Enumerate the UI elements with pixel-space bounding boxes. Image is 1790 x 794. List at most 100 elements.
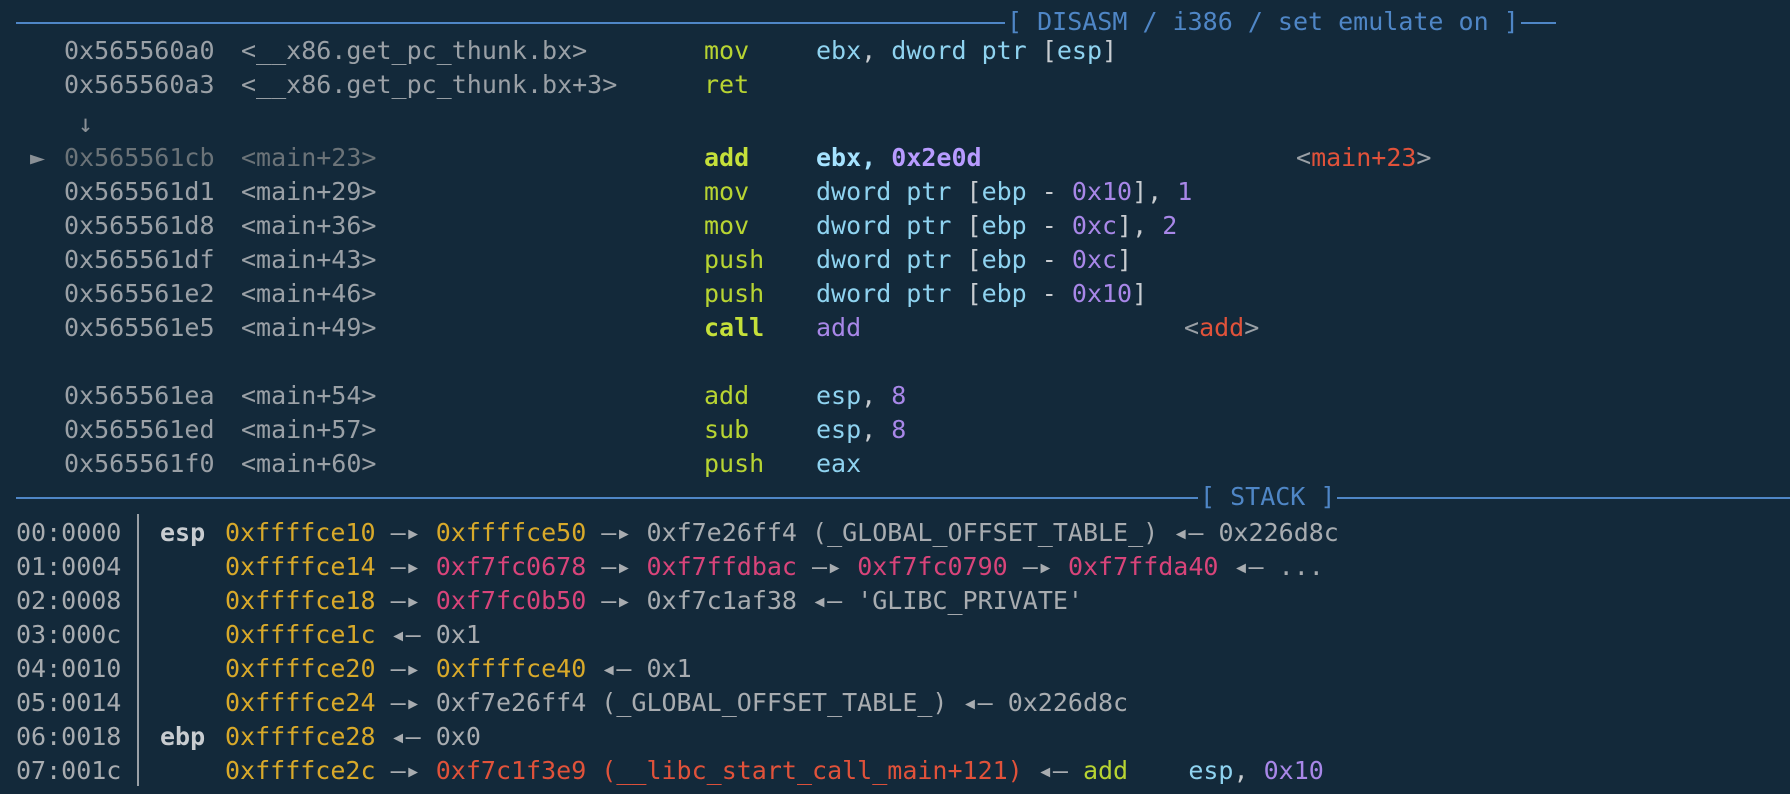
instruction-operands: add bbox=[816, 311, 861, 345]
stack-value: 0x1 bbox=[646, 654, 692, 683]
operand-token: dword ptr bbox=[891, 36, 1042, 65]
instruction-mnemonic: mov bbox=[704, 177, 750, 206]
instruction-symbol: <main+49> bbox=[241, 313, 377, 342]
instruction-mnemonic: ret bbox=[704, 70, 750, 99]
stack-value: 0x1 bbox=[435, 620, 481, 649]
pointer-arrow-icon: —▸ bbox=[586, 586, 647, 615]
stack-header: [ STACK ] bbox=[1198, 480, 1338, 514]
pointer-arrow-icon: ◂— bbox=[1218, 552, 1279, 581]
stack-offset: 06:0018 bbox=[16, 722, 122, 751]
instruction-address: 0x565561df bbox=[64, 245, 215, 274]
operand-token: esp bbox=[816, 381, 862, 410]
annotation-bracket: > bbox=[1244, 313, 1260, 342]
stack-rule bbox=[16, 497, 1790, 499]
instruction-mnemonic: mov bbox=[704, 211, 750, 240]
stack-value: 0xffffce2c bbox=[225, 756, 376, 785]
operand-token: [ bbox=[966, 245, 982, 274]
operand-token: ], bbox=[1132, 177, 1178, 206]
operand-token: , bbox=[861, 143, 892, 172]
operand-token: ] bbox=[1117, 245, 1133, 274]
operand-token: ebp bbox=[981, 177, 1027, 206]
stack-value: 0xffffce24 bbox=[225, 688, 376, 717]
stack-value: 0xffffce50 bbox=[435, 518, 587, 547]
operand-token: 0xc bbox=[1071, 211, 1118, 240]
stack-register-label: esp bbox=[160, 518, 206, 547]
stack-offset: 02:0008 bbox=[16, 586, 122, 615]
stack-offset: 03:000c bbox=[16, 620, 122, 649]
operand-token: , bbox=[861, 36, 892, 65]
pointer-arrow-icon: ◂— bbox=[1158, 518, 1219, 547]
operand-token: - bbox=[1026, 211, 1072, 240]
operand-token: ebx bbox=[816, 143, 862, 172]
stack-value: 0xffffce1c bbox=[225, 620, 376, 649]
operand-token: 0x10 bbox=[1071, 279, 1133, 308]
stack-value bbox=[1128, 756, 1188, 785]
operand-token: [ bbox=[966, 211, 982, 240]
instruction-mnemonic: push bbox=[704, 245, 765, 274]
instruction-annotation: <add> bbox=[1184, 311, 1259, 345]
operand-token: dword ptr bbox=[816, 211, 967, 240]
operand-token: [ bbox=[1041, 36, 1057, 65]
stack-offset: 05:0014 bbox=[16, 688, 122, 717]
instruction-operands: esp, 8 bbox=[816, 413, 906, 447]
instruction-operands: dword ptr [ebp - 0xc] bbox=[816, 243, 1132, 277]
stack-value: 0xf7fc0790 bbox=[857, 552, 1008, 581]
stack-value: esp bbox=[1188, 756, 1234, 785]
operand-token: - bbox=[1026, 245, 1072, 274]
instruction-mnemonic: push bbox=[704, 279, 765, 308]
operand-token: esp bbox=[816, 415, 862, 444]
operand-token: - bbox=[1026, 177, 1072, 206]
instruction-address: 0x565561cb bbox=[64, 143, 215, 172]
operand-token: , bbox=[861, 381, 892, 410]
instruction-address: 0x565561d1 bbox=[64, 177, 215, 206]
operand-token: ] bbox=[1102, 36, 1118, 65]
stack-value: 0xf7e26ff4 (_GLOBAL_OFFSET_TABLE_) bbox=[646, 518, 1159, 547]
instruction-address: 0x565561ea bbox=[64, 381, 215, 410]
stack-chain: 0xffffce10 —▸ 0xffffce50 —▸ 0xf7e26ff4 (… bbox=[225, 516, 1339, 550]
pointer-arrow-icon: —▸ bbox=[586, 518, 647, 547]
instruction-operands: ebx, dword ptr [esp] bbox=[816, 34, 1117, 68]
stack-chain: 0xffffce14 —▸ 0xf7fc0678 —▸ 0xf7ffdbac —… bbox=[225, 550, 1324, 584]
pointer-arrow-icon: ◂— bbox=[1022, 756, 1083, 785]
pointer-arrow-icon: —▸ bbox=[375, 552, 436, 581]
stack-value: 0xf7ffda40 bbox=[1067, 552, 1219, 581]
stack-value: 0xffffce18 bbox=[225, 586, 376, 615]
operand-token: dword ptr bbox=[816, 245, 967, 274]
pointer-arrow-icon: ◂— bbox=[947, 688, 1008, 717]
operand-token: ebx bbox=[816, 36, 862, 65]
instruction-symbol: <main+54> bbox=[241, 381, 377, 410]
pointer-arrow-icon: —▸ bbox=[796, 552, 858, 581]
instruction-symbol: <__x86.get_pc_thunk.bx+3> bbox=[241, 70, 618, 99]
instruction-mnemonic: sub bbox=[704, 415, 750, 444]
instruction-address: 0x565561e2 bbox=[64, 279, 215, 308]
operand-token: dword ptr bbox=[816, 279, 967, 308]
operand-token: , bbox=[861, 415, 892, 444]
operand-token: 0xc bbox=[1071, 245, 1118, 274]
instruction-operands: esp, 8 bbox=[816, 379, 906, 413]
stack-value: 0x10 bbox=[1263, 756, 1324, 785]
instruction-symbol: <__x86.get_pc_thunk.bx> bbox=[241, 36, 588, 65]
operand-token: ], bbox=[1117, 211, 1163, 240]
operand-token: ebp bbox=[981, 245, 1027, 274]
instruction-address: 0x565561e5 bbox=[64, 313, 215, 342]
pointer-arrow-icon: ◂— bbox=[375, 620, 436, 649]
stack-offset: 04:0010 bbox=[16, 654, 122, 683]
stack-chain: 0xffffce20 —▸ 0xffffce40 ◂— 0x1 bbox=[225, 652, 692, 686]
operand-token: 0x2e0d bbox=[891, 143, 982, 172]
stack-value: 'GLIBC_PRIVATE' bbox=[857, 586, 1083, 615]
instruction-address: 0x565561f0 bbox=[64, 449, 215, 478]
instruction-operands: dword ptr [ebp - 0xc], 2 bbox=[816, 209, 1177, 243]
stack-value: 0xffffce40 bbox=[435, 654, 587, 683]
instruction-symbol: <main+46> bbox=[241, 279, 377, 308]
stack-chain: 0xffffce24 —▸ 0xf7e26ff4 (_GLOBAL_OFFSET… bbox=[225, 686, 1128, 720]
pointer-arrow-icon: —▸ bbox=[375, 586, 436, 615]
operand-token: 0x10 bbox=[1071, 177, 1133, 206]
pointer-arrow-icon: —▸ bbox=[375, 518, 436, 547]
annotation-symbol: add bbox=[1199, 313, 1245, 342]
stack-value: 0xffffce10 bbox=[225, 518, 376, 547]
stack-value: ... bbox=[1278, 552, 1324, 581]
operand-token: 8 bbox=[891, 415, 907, 444]
stack-value: , bbox=[1233, 756, 1264, 785]
stack-chain: 0xffffce28 ◂— 0x0 bbox=[225, 720, 481, 754]
annotation-bracket: > bbox=[1416, 143, 1432, 172]
